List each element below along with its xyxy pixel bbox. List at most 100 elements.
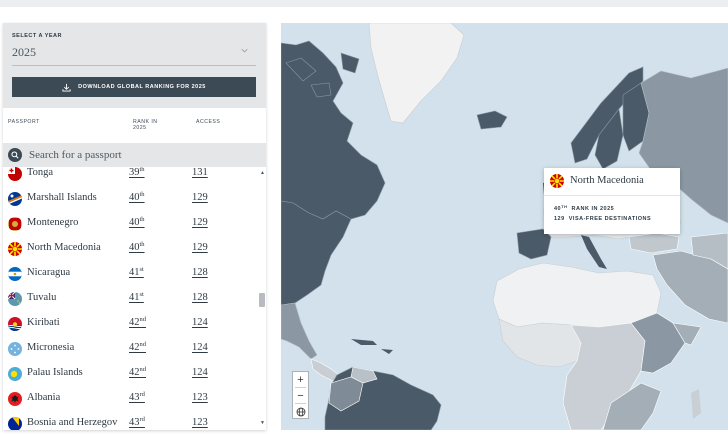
chevron-down-icon[interactable] bbox=[241, 47, 248, 54]
passport-ranking-panel: SELECT A YEAR 2025 DOWNLOAD GLOBAL RANKI… bbox=[3, 23, 266, 430]
download-ranking-button[interactable]: DOWNLOAD GLOBAL RANKING FOR 2025 bbox=[12, 77, 256, 97]
caribbean-shape bbox=[351, 339, 393, 354]
reset-view-button[interactable] bbox=[293, 404, 308, 419]
rank-link[interactable]: 43rd bbox=[129, 391, 145, 403]
mexico-shape bbox=[281, 302, 318, 360]
iceland-shape bbox=[476, 110, 508, 130]
globe-icon bbox=[296, 407, 305, 416]
nicaragua-flag-icon bbox=[8, 267, 22, 281]
italy-shape bbox=[581, 235, 607, 269]
list-item[interactable]: Albania 43rd 123 bbox=[3, 391, 258, 416]
usa-shape bbox=[281, 200, 352, 306]
country-name: Tonga bbox=[27, 167, 54, 178]
kiribati-flag-icon bbox=[8, 317, 22, 331]
rank-link[interactable]: 42nd bbox=[129, 366, 146, 378]
passport-search-bar bbox=[3, 143, 266, 167]
marshall-islands-flag-icon bbox=[8, 192, 22, 206]
rank-link[interactable]: 42nd bbox=[129, 316, 146, 328]
search-icon bbox=[8, 148, 22, 162]
tooltip-rank-row: 40TH RANK IN 2025 bbox=[554, 204, 614, 212]
zoom-in-button[interactable]: + bbox=[293, 372, 308, 387]
country-name: Marshall Islands bbox=[27, 192, 97, 203]
north-macedonia-flag-icon bbox=[8, 242, 22, 256]
rank-link[interactable]: 43rd bbox=[129, 416, 145, 428]
rank-link[interactable]: 42nd bbox=[129, 341, 146, 353]
passport-search-input[interactable] bbox=[29, 149, 229, 161]
tooltip-access: 129 bbox=[554, 216, 565, 222]
tooltip-rank-suffix: TH bbox=[561, 204, 568, 209]
bosnia-flag-icon bbox=[8, 417, 22, 430]
list-item[interactable]: Bosnia and Herzegov 43rd 123 bbox=[3, 416, 258, 430]
country-name: Micronesia bbox=[27, 342, 75, 353]
list-item[interactable]: Palau Islands 42nd 124 bbox=[3, 366, 258, 391]
country-name: North Macedonia bbox=[27, 242, 101, 253]
palau-flag-icon bbox=[8, 367, 22, 381]
tooltip-rank-text: RANK IN 2025 bbox=[571, 206, 615, 212]
year-underline bbox=[12, 65, 256, 66]
north-africa-shape bbox=[492, 262, 662, 328]
list-item[interactable]: Montenegro 40th 129 bbox=[3, 216, 258, 241]
tuvalu-flag-icon bbox=[8, 292, 22, 306]
access-link[interactable]: 128 bbox=[192, 267, 208, 278]
column-header-access[interactable]: ACCESS bbox=[196, 119, 220, 125]
list-item[interactable]: Kiribati 42nd 124 bbox=[3, 316, 258, 341]
list-item[interactable]: Tuvalu 41st 128 bbox=[3, 291, 258, 316]
central-america-shape bbox=[310, 358, 340, 382]
country-name: Nicaragua bbox=[27, 267, 71, 278]
tooltip-access-row: 129 VISA-FREE DESTINATIONS bbox=[554, 216, 651, 222]
tooltip-country-name: North Macedonia bbox=[570, 175, 644, 186]
list-item[interactable]: Nicaragua 41st 128 bbox=[3, 266, 258, 291]
albania-flag-icon bbox=[8, 392, 22, 406]
rank-link[interactable]: 41st bbox=[129, 266, 144, 278]
country-tooltip: North Macedonia 40TH RANK IN 2025 129 VI… bbox=[544, 168, 680, 234]
list-item[interactable]: Micronesia 42nd 124 bbox=[3, 341, 258, 366]
country-name: Albania bbox=[27, 392, 61, 403]
north-macedonia-flag-icon bbox=[550, 174, 564, 188]
madagascar-shape bbox=[691, 389, 701, 419]
top-strip bbox=[0, 0, 728, 7]
rank-link[interactable]: 40th bbox=[129, 216, 145, 228]
country-name: Kiribati bbox=[27, 317, 60, 328]
list-item[interactable]: North Macedonia 40th 129 bbox=[3, 241, 258, 266]
west-africa-shape bbox=[498, 318, 582, 368]
tooltip-divider bbox=[544, 195, 680, 196]
access-link[interactable]: 124 bbox=[192, 317, 208, 328]
country-name: Bosnia and Herzegov bbox=[27, 417, 118, 428]
passport-list: Tonga 39th 131 Marshall Islands 40th 129… bbox=[3, 167, 258, 430]
list-scrollbar[interactable]: ▲ ▼ bbox=[258, 167, 266, 430]
column-header-rank[interactable]: RANK IN 2025 bbox=[133, 119, 173, 131]
turkey-shape bbox=[628, 232, 680, 254]
access-link[interactable]: 124 bbox=[192, 367, 208, 378]
montenegro-flag-icon bbox=[8, 217, 22, 231]
rank-link[interactable]: 41st bbox=[129, 291, 144, 303]
download-icon bbox=[62, 83, 71, 92]
column-header-passport[interactable]: PASSPORT bbox=[8, 119, 40, 125]
access-link[interactable]: 129 bbox=[192, 192, 208, 203]
scrollbar-thumb[interactable] bbox=[259, 293, 265, 307]
access-link[interactable]: 131 bbox=[192, 167, 208, 178]
scroll-down-arrow-icon[interactable]: ▼ bbox=[260, 420, 265, 426]
rank-link[interactable]: 40th bbox=[129, 241, 145, 253]
rank-link[interactable]: 40th bbox=[129, 191, 145, 203]
access-link[interactable]: 129 bbox=[192, 217, 208, 228]
list-item[interactable]: Tonga 39th 131 bbox=[3, 167, 258, 191]
year-selector-label: SELECT A YEAR bbox=[12, 33, 62, 39]
access-link[interactable]: 124 bbox=[192, 342, 208, 353]
country-name: Tuvalu bbox=[27, 292, 57, 303]
zoom-out-button[interactable]: − bbox=[293, 388, 308, 403]
country-name: Palau Islands bbox=[27, 367, 83, 378]
country-name: Montenegro bbox=[27, 217, 79, 228]
scroll-up-arrow-icon[interactable]: ▲ bbox=[260, 170, 265, 176]
access-link[interactable]: 123 bbox=[192, 392, 208, 403]
access-link[interactable]: 128 bbox=[192, 292, 208, 303]
access-link[interactable]: 129 bbox=[192, 242, 208, 253]
access-link[interactable]: 123 bbox=[192, 417, 208, 428]
greenland-shape bbox=[368, 23, 465, 124]
download-button-label: DOWNLOAD GLOBAL RANKING FOR 2025 bbox=[78, 84, 206, 90]
rank-link[interactable]: 39th bbox=[129, 167, 145, 178]
map-zoom-controls: + − bbox=[292, 371, 309, 419]
micronesia-flag-icon bbox=[8, 342, 22, 356]
tooltip-access-text: VISA-FREE DESTINATIONS bbox=[568, 216, 652, 222]
year-select[interactable]: 2025 bbox=[12, 45, 36, 60]
list-item[interactable]: Marshall Islands 40th 129 bbox=[3, 191, 258, 216]
